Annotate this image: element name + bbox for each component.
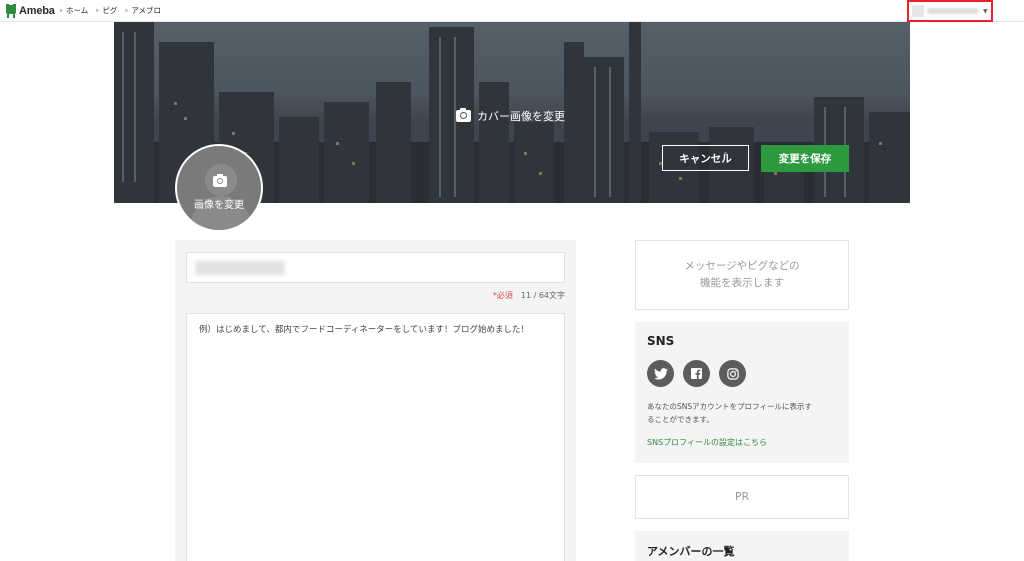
nav-home-label: ホーム xyxy=(66,6,89,15)
message-line-1: メッセージやピグなどの xyxy=(684,260,800,272)
ameba-logo[interactable]: Ameba xyxy=(5,3,55,19)
user-menu[interactable]: ▼ xyxy=(907,0,993,22)
message-line-2: 機能を表示します xyxy=(700,277,784,289)
sns-desc-line-2: ることができます。 xyxy=(647,415,714,424)
change-cover-label: カバー画像を変更 xyxy=(477,110,565,123)
save-button[interactable]: 変更を保存 xyxy=(761,145,849,172)
change-cover-button[interactable]: カバー画像を変更 xyxy=(456,108,565,124)
profile-image-button[interactable]: 画像を変更 xyxy=(175,144,263,232)
bio-placeholder: 例）はじめまして、都内でフードコーディネーターをしています！ブログ始めました！ xyxy=(199,325,529,335)
required-label: *必須 xyxy=(492,291,513,300)
logo-text: Ameba xyxy=(19,5,55,17)
sns-description: あなたのSNSアカウントをプロフィールに表示す ることができます。 xyxy=(647,400,837,426)
chevron-right-icon: ▸ xyxy=(96,7,100,14)
message-feature-box: メッセージやピグなどの 機能を表示します xyxy=(635,240,849,310)
amember-box: アメンバーの一覧 xyxy=(635,531,849,561)
sns-title: SNS xyxy=(647,334,675,348)
top-bar: Ameba ▸ ホーム ▸ ピグ ▸ アメブロ ▼ xyxy=(0,0,1024,22)
nav-pigg[interactable]: ▸ ピグ xyxy=(96,5,117,16)
nickname-input[interactable] xyxy=(186,252,565,283)
caret-down-icon: ▼ xyxy=(983,7,988,15)
facebook-icon[interactable] xyxy=(683,360,710,387)
nav-ameblo-label: アメブロ xyxy=(131,6,161,15)
sns-desc-line-1: あなたのSNSアカウントをプロフィールに表示す xyxy=(647,402,812,411)
nickname-value-blurred xyxy=(195,261,285,275)
twitter-icon[interactable] xyxy=(647,360,674,387)
amember-title: アメンバーの一覧 xyxy=(647,545,735,558)
nav-pigg-label: ピグ xyxy=(102,6,118,15)
pr-box: PR xyxy=(635,475,849,519)
sns-box: SNS あなたのSNSアカウントをプロフィールに表示す ることができます。 SN… xyxy=(635,322,849,463)
user-avatar xyxy=(912,5,924,17)
camera-icon xyxy=(456,108,471,122)
change-image-label: 画像を変更 xyxy=(194,200,244,211)
chevron-right-icon: ▸ xyxy=(125,7,129,14)
profile-edit-panel: *必須 11 / 64文字 例）はじめまして、都内でフードコーディネーターをしてい… xyxy=(175,240,576,561)
instagram-icon[interactable] xyxy=(719,360,746,387)
nav-ameblo[interactable]: ▸ アメブロ xyxy=(125,5,161,16)
cancel-button[interactable]: キャンセル xyxy=(662,145,749,171)
nickname-counter: *必須 11 / 64文字 xyxy=(186,290,565,301)
ameba-logo-icon xyxy=(5,4,17,18)
nav-home[interactable]: ▸ ホーム xyxy=(60,5,88,16)
sns-settings-link[interactable]: SNSプロフィールの設定はこちら xyxy=(647,437,837,448)
chevron-right-icon: ▸ xyxy=(60,7,64,14)
char-count: 11 / 64文字 xyxy=(520,291,565,300)
bio-textarea[interactable]: 例）はじめまして、都内でフードコーディネーターをしています！ブログ始めました！ xyxy=(186,313,565,561)
user-name-blurred xyxy=(927,8,979,14)
sns-icons xyxy=(647,360,837,387)
camera-icon xyxy=(213,174,227,187)
top-nav: ▸ ホーム ▸ ピグ ▸ アメブロ xyxy=(60,5,161,16)
